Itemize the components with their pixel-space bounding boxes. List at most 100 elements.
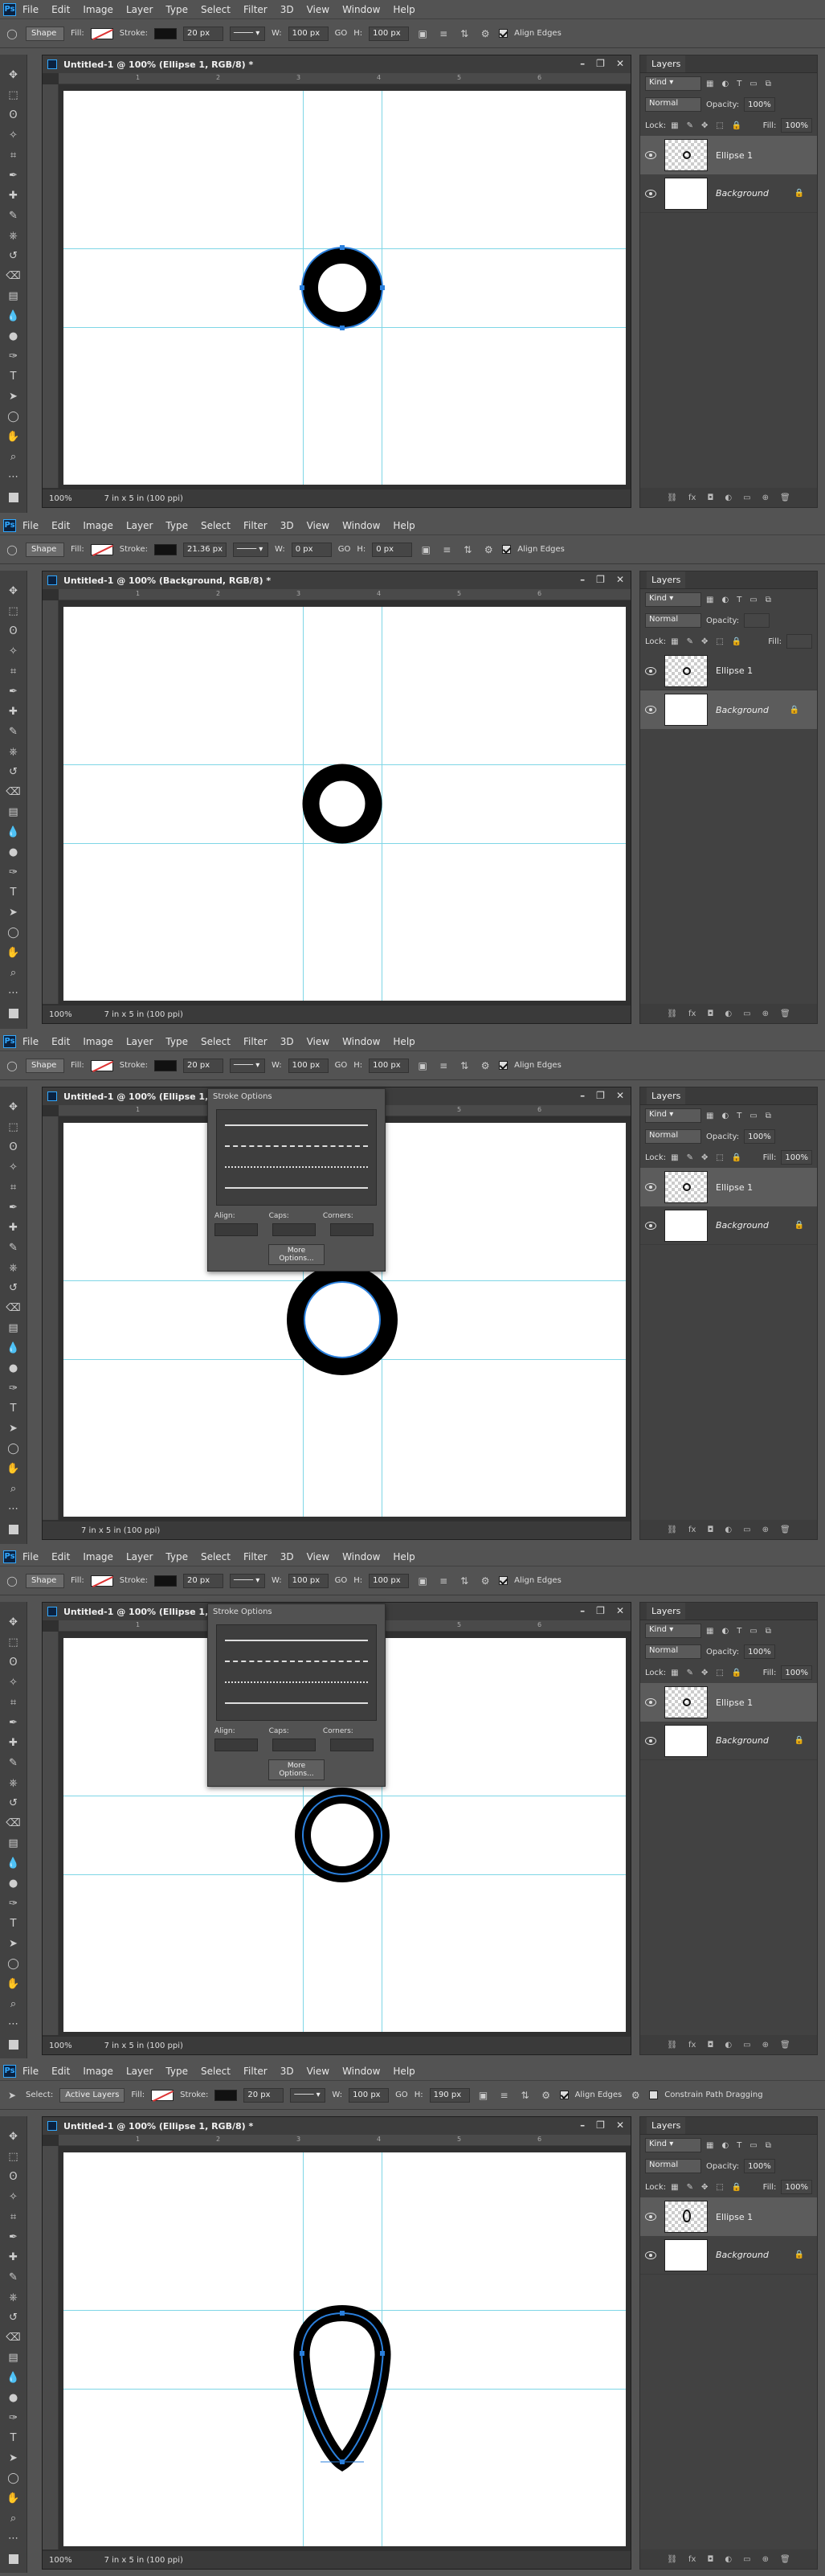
stroke-width-field[interactable]: 20 px <box>182 1058 223 1073</box>
more-tools-icon[interactable]: ⋯ <box>4 1500 23 1518</box>
menu-window[interactable]: Window <box>342 520 380 531</box>
gear-icon[interactable]: ⚙ <box>478 27 492 41</box>
eraser-tool-icon[interactable]: ⌫ <box>4 2328 23 2347</box>
zoom-level[interactable]: 100% <box>49 2042 72 2050</box>
restore-icon[interactable]: ❐ <box>596 574 605 585</box>
move-tool-icon[interactable]: ✥ <box>4 2128 23 2146</box>
delete-layer-icon[interactable]: 🗑 <box>780 493 790 502</box>
lasso-tool-icon[interactable]: ʘ <box>4 622 23 641</box>
close-icon[interactable]: ✕ <box>616 2119 624 2131</box>
pen-tool-icon[interactable]: ✑ <box>4 1894 23 1913</box>
type-filter-icon[interactable]: T <box>737 596 741 604</box>
adjustment-filter-icon[interactable]: ◐ <box>721 596 729 604</box>
fx-icon[interactable]: fx <box>688 1010 696 1018</box>
hand-tool-icon[interactable]: ✋ <box>4 1460 23 1478</box>
hand-tool-icon[interactable]: ✋ <box>4 1975 23 1993</box>
blur-tool-icon[interactable]: 💧 <box>4 823 23 842</box>
document-tab[interactable]: Untitled-1 @ 100% (Background, RGB/8) * … <box>43 571 631 589</box>
brush-tool-icon[interactable]: ✎ <box>4 2268 23 2287</box>
path-operations-icon[interactable]: ▣ <box>419 543 433 557</box>
dashed-stroke-preset[interactable] <box>225 1651 368 1672</box>
ellipse-shape[interactable] <box>63 91 626 485</box>
stroke-type-select[interactable]: ──── ▾ <box>229 1058 265 1073</box>
menu-image[interactable]: Image <box>83 4 113 15</box>
clone-stamp-tool-icon[interactable]: ⎈ <box>4 227 23 245</box>
kind-filter[interactable]: Kind ▾ <box>645 592 701 607</box>
lock-all-icon[interactable]: 🔒 <box>732 637 741 646</box>
lock-artboard-icon[interactable]: ⬚ <box>716 121 723 130</box>
healing-brush-tool-icon[interactable]: ✚ <box>4 702 23 721</box>
dodge-tool-icon[interactable]: ● <box>4 2389 23 2407</box>
corners-select[interactable] <box>330 1223 374 1236</box>
eyedropper-tool-icon[interactable]: ✒ <box>4 682 23 701</box>
menu-help[interactable]: Help <box>393 4 415 15</box>
canvas[interactable] <box>63 607 626 1001</box>
lock-artboard-icon[interactable]: ⬚ <box>716 1153 723 1162</box>
menu-help[interactable]: Help <box>393 2066 415 2077</box>
menu-filter[interactable]: Filter <box>243 1036 268 1047</box>
healing-brush-tool-icon[interactable]: ✚ <box>4 1734 23 1752</box>
ellipse-tool-icon[interactable]: ◯ <box>4 1955 23 1973</box>
new-group-icon[interactable]: ▭ <box>743 1010 750 1018</box>
ellipse-tool-icon[interactable]: ◯ <box>5 543 19 557</box>
type-filter-icon[interactable]: T <box>737 80 741 88</box>
stroke-preset-list[interactable] <box>216 1109 377 1206</box>
add-mask-icon[interactable]: ◘ <box>707 493 713 502</box>
new-layer-icon[interactable]: ⊕ <box>762 2041 769 2050</box>
history-brush-tool-icon[interactable]: ↺ <box>4 763 23 781</box>
menu-3d[interactable]: 3D <box>280 520 294 531</box>
menu-file[interactable]: File <box>22 2066 39 2077</box>
path-arrangement-icon[interactable]: ⇅ <box>518 2088 533 2103</box>
restore-icon[interactable]: ❐ <box>596 2119 605 2131</box>
dotted-stroke-preset[interactable] <box>225 1672 368 1693</box>
add-mask-icon[interactable]: ◘ <box>707 2555 713 2564</box>
menu-select[interactable]: Select <box>201 1551 231 1562</box>
foreground-color-icon[interactable] <box>4 488 23 506</box>
lock-pixels-icon[interactable]: ▦ <box>671 637 678 646</box>
caps-select[interactable] <box>272 1738 316 1751</box>
smart-filter-icon[interactable]: ⧉ <box>766 1112 771 1120</box>
menu-type[interactable]: Type <box>165 1036 188 1047</box>
blur-tool-icon[interactable]: 💧 <box>4 307 23 326</box>
path-operations-icon[interactable]: ▣ <box>415 27 430 41</box>
select-dropdown[interactable]: Active Layers <box>59 2087 125 2103</box>
visibility-eye-icon[interactable] <box>645 706 656 714</box>
lock-artboard-icon[interactable]: ⬚ <box>716 2183 723 2192</box>
lock-pixels-icon[interactable]: ▦ <box>671 2183 678 2192</box>
align-edges-checkbox[interactable] <box>499 1061 508 1070</box>
path-arrangement-icon[interactable]: ⇅ <box>457 1574 472 1588</box>
solid-stroke-preset-2[interactable] <box>225 1177 368 1198</box>
fx-icon[interactable]: fx <box>688 493 696 502</box>
menu-view[interactable]: View <box>307 1551 329 1562</box>
type-tool-icon[interactable]: T <box>4 1915 23 1933</box>
ellipse-shape[interactable] <box>63 607 626 1001</box>
teardrop-shape[interactable] <box>63 2152 626 2546</box>
layers-tab[interactable]: Layers <box>647 1603 686 1620</box>
menu-3d[interactable]: 3D <box>280 2066 294 2077</box>
canvas[interactable] <box>63 2152 626 2546</box>
visibility-eye-icon[interactable] <box>645 1736 656 1745</box>
layer-name[interactable]: Background <box>716 2250 769 2260</box>
healing-brush-tool-icon[interactable]: ✚ <box>4 2248 23 2267</box>
fx-icon[interactable]: fx <box>688 1526 696 1534</box>
link-layers-icon[interactable]: ⛓ <box>667 493 677 502</box>
blur-tool-icon[interactable]: 💧 <box>4 1854 23 1873</box>
align-select[interactable] <box>214 1738 258 1751</box>
type-tool-icon[interactable]: T <box>4 883 23 902</box>
type-tool-icon[interactable]: T <box>4 2429 23 2447</box>
minimize-icon[interactable]: – <box>580 2119 585 2131</box>
tool-mode-select[interactable]: Shape <box>26 542 64 557</box>
visibility-eye-icon[interactable] <box>645 1183 656 1191</box>
height-field[interactable]: 100 px <box>369 1573 410 1588</box>
menu-3d[interactable]: 3D <box>280 1036 294 1047</box>
new-layer-icon[interactable]: ⊕ <box>762 493 769 502</box>
kind-filter[interactable]: Kind ▾ <box>645 1624 701 1638</box>
lock-all-icon[interactable]: 🔒 <box>732 2183 741 2192</box>
layer-row-background[interactable]: Background 🔒 <box>640 1206 817 1245</box>
pen-tool-icon[interactable]: ✑ <box>4 1379 23 1398</box>
opacity-field[interactable]: 100% <box>744 1644 775 1659</box>
layer-row-background[interactable]: Background 🔒 <box>640 174 817 213</box>
opacity-field[interactable]: 100% <box>744 1129 775 1144</box>
menu-file[interactable]: File <box>22 520 39 531</box>
stroke-type-select[interactable]: ──── ▾ <box>229 1573 265 1588</box>
